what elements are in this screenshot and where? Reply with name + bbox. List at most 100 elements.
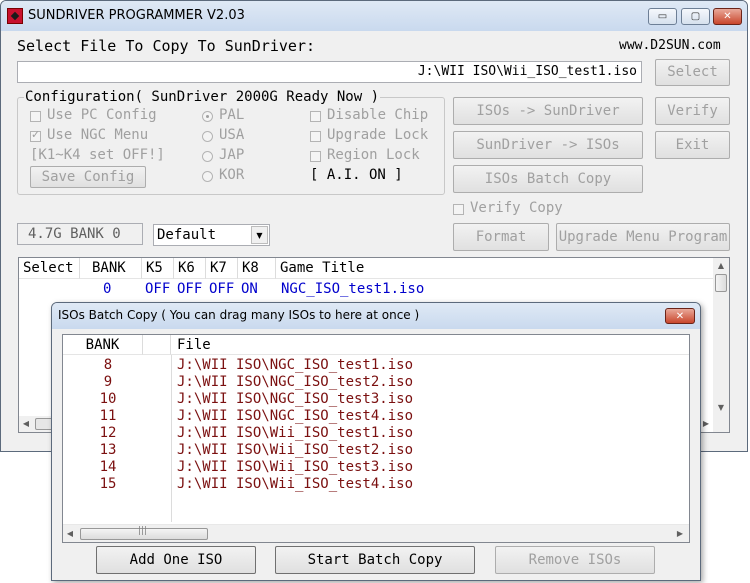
verify-copy-checkbox[interactable] — [453, 204, 464, 215]
window-title: SUNDRIVER PROGRAMMER V2.03 — [28, 8, 245, 23]
column-header-k8[interactable]: K8 — [238, 258, 276, 279]
scrollbar-thumb[interactable] — [715, 274, 727, 292]
row-bank: 8 — [103, 357, 113, 373]
verify-copy-label: Verify Copy — [470, 200, 563, 216]
scroll-right-icon[interactable]: ▶ — [675, 529, 685, 538]
batch-close-button[interactable]: ✕ — [665, 308, 695, 324]
row-bank: 15 — [99, 476, 117, 492]
upgrade-menu-program-button[interactable]: Upgrade Menu Program — [556, 223, 730, 251]
column-header-select[interactable]: Select — [19, 258, 80, 279]
batch-horizontal-scrollbar[interactable]: ◀ ||| ▶ — [63, 524, 689, 542]
file-path-field[interactable]: J:\WII ISO\Wii_ISO_test1.iso — [17, 61, 642, 83]
list-row-k5[interactable]: OFF — [145, 281, 170, 297]
sundriver-to-isos-button[interactable]: SunDriver -> ISOs — [453, 131, 643, 159]
batch-dialog-titlebar[interactable]: ISOs Batch Copy ( You can drag many ISOs… — [52, 303, 700, 329]
use-ngc-menu-checkbox[interactable] — [30, 128, 41, 142]
isos-batch-copy-button[interactable]: ISOs Batch Copy — [453, 165, 643, 193]
configuration-legend: Configuration( SunDriver 2000G Ready Now… — [24, 89, 381, 105]
ai-status-label: [ A.I. ON ] — [310, 167, 403, 183]
use-pc-config-checkbox[interactable] — [30, 111, 41, 122]
row-bank: 13 — [99, 442, 117, 458]
table-row[interactable]: 12 J:\WII ISO\Wii_ISO_test1.iso — [63, 425, 689, 442]
region-usa-radio[interactable] — [202, 131, 213, 142]
row-file: J:\WII ISO\Wii_ISO_test1.iso — [177, 425, 414, 441]
table-row[interactable]: 8 J:\WII ISO\NGC_ISO_test1.iso — [63, 357, 689, 374]
start-batch-copy-button[interactable]: Start Batch Copy — [275, 546, 475, 574]
region-lock-checkbox[interactable] — [310, 151, 321, 162]
isos-to-sundriver-button[interactable]: ISOs -> SunDriver — [453, 97, 643, 125]
table-row[interactable]: 13 J:\WII ISO\Wii_ISO_test2.iso — [63, 442, 689, 459]
column-header-bank[interactable]: BANK — [63, 335, 143, 355]
table-row[interactable]: 9 J:\WII ISO\NGC_ISO_test2.iso — [63, 374, 689, 391]
table-row[interactable]: 10 J:\WII ISO\NGC_ISO_test3.iso — [63, 391, 689, 408]
profile-dropdown[interactable]: Default ▼ — [153, 224, 270, 246]
scroll-up-icon[interactable]: ▲ — [713, 261, 729, 270]
row-file: J:\WII ISO\Wii_ISO_test2.iso — [177, 442, 414, 458]
column-header-blank[interactable] — [143, 335, 171, 355]
scroll-right-icon[interactable]: ▶ — [699, 419, 713, 428]
list-row-game-title[interactable]: NGC_ISO_test1.iso — [281, 281, 424, 297]
list-row-k7[interactable]: OFF — [209, 281, 234, 297]
app-logo-icon — [7, 8, 23, 24]
batch-file-list[interactable]: BANK File 8 J:\WII ISO\NGC_ISO_test1.iso … — [62, 334, 690, 543]
row-file: J:\WII ISO\Wii_ISO_test3.iso — [177, 459, 414, 475]
disable-chip-label: Disable Chip — [327, 107, 429, 123]
add-one-iso-button[interactable]: Add One ISO — [96, 546, 256, 574]
list-row-bank[interactable]: 0 — [103, 281, 111, 297]
save-config-button[interactable]: Save Config — [30, 166, 146, 188]
row-file: J:\WII ISO\NGC_ISO_test1.iso — [177, 357, 414, 373]
exit-button[interactable]: Exit — [655, 131, 730, 159]
scroll-left-icon[interactable]: ◀ — [65, 529, 75, 538]
profile-dropdown-value: Default — [157, 227, 217, 243]
row-file: J:\WII ISO\NGC_ISO_test4.iso — [177, 408, 414, 424]
scroll-left-icon[interactable]: ◀ — [19, 419, 33, 428]
row-bank: 11 — [99, 408, 117, 424]
region-kor-label: KOR — [219, 167, 245, 183]
grip-icon: ||| — [138, 526, 148, 536]
batch-copy-dialog: ISOs Batch Copy ( You can drag many ISOs… — [51, 302, 701, 581]
column-header-bank[interactable]: BANK — [80, 258, 142, 279]
row-bank: 10 — [99, 391, 117, 407]
column-header-file[interactable]: File — [171, 335, 689, 355]
column-header-k6[interactable]: K6 — [174, 258, 206, 279]
maximize-button[interactable]: ▢ — [681, 8, 710, 25]
minimize-button[interactable]: ▭ — [648, 8, 677, 25]
table-row[interactable]: 11 J:\WII ISO\NGC_ISO_test4.iso — [63, 408, 689, 425]
region-lock-label: Region Lock — [327, 147, 420, 163]
list-vertical-scrollbar[interactable]: ▲ ▼ — [713, 258, 729, 432]
row-bank: 12 — [99, 425, 117, 441]
disable-chip-checkbox[interactable] — [310, 111, 321, 122]
close-button[interactable]: ✕ — [713, 8, 742, 25]
batch-dialog-title: ISOs Batch Copy ( You can drag many ISOs… — [58, 308, 420, 322]
column-header-k5[interactable]: K5 — [142, 258, 174, 279]
list-horizontal-scrollbar[interactable]: ◀ — [19, 416, 53, 432]
scroll-down-icon[interactable]: ▼ — [713, 403, 729, 412]
website-label[interactable]: www.D2SUN.com — [619, 38, 721, 53]
main-titlebar[interactable]: SUNDRIVER PROGRAMMER V2.03 ▭ ▢ ✕ — [1, 1, 747, 31]
region-pal-radio[interactable] — [202, 111, 213, 122]
upgrade-lock-checkbox[interactable] — [310, 131, 321, 142]
region-jap-radio[interactable] — [202, 151, 213, 162]
scrollbar-thumb[interactable]: ||| — [80, 526, 208, 540]
table-row[interactable]: 15 J:\WII ISO\Wii_ISO_test4.iso — [63, 476, 689, 493]
region-kor-radio[interactable] — [202, 171, 213, 182]
verify-button[interactable]: Verify — [655, 97, 730, 125]
row-file: J:\WII ISO\NGC_ISO_test2.iso — [177, 374, 414, 390]
remove-isos-button[interactable]: Remove ISOs — [495, 546, 655, 574]
list-row-k6[interactable]: OFF — [177, 281, 202, 297]
column-header-k7[interactable]: K7 — [206, 258, 238, 279]
upgrade-lock-label: Upgrade Lock — [327, 127, 429, 143]
chevron-down-icon[interactable]: ▼ — [251, 226, 268, 244]
column-header-game-title[interactable]: Game Title — [276, 258, 714, 279]
region-pal-label: PAL — [219, 107, 245, 123]
row-bank: 9 — [103, 374, 113, 390]
select-file-label: Select File To Copy To SunDriver: — [17, 37, 316, 55]
row-bank: 14 — [99, 459, 117, 475]
region-jap-label: JAP — [219, 147, 245, 163]
list-row-k8[interactable]: ON — [241, 281, 258, 297]
select-button[interactable]: Select — [655, 59, 730, 86]
format-button[interactable]: Format — [453, 223, 549, 251]
use-ngc-menu-label: Use NGC Menu — [47, 127, 149, 143]
region-usa-label: USA — [219, 127, 245, 143]
table-row[interactable]: 14 J:\WII ISO\Wii_ISO_test3.iso — [63, 459, 689, 476]
